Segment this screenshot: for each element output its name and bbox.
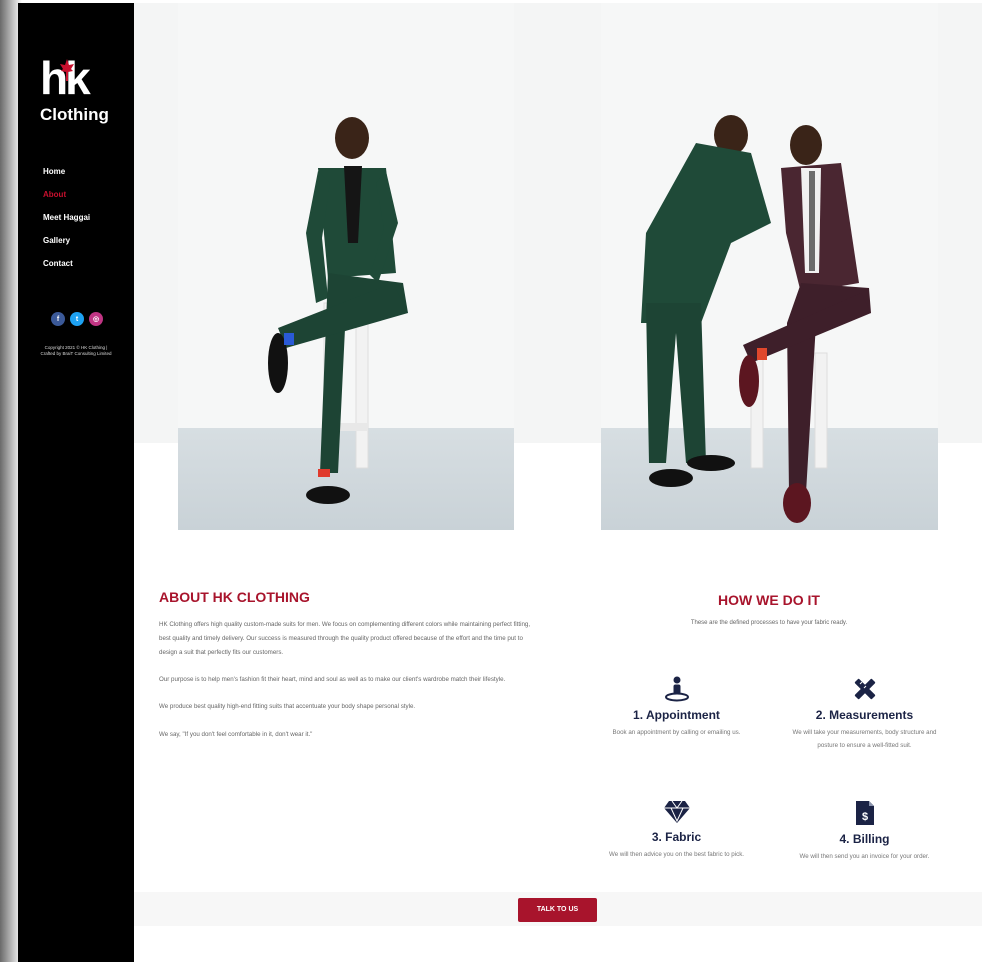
green-suit-figure [268, 117, 408, 504]
step-description: We will take your measurements, body str… [792, 729, 937, 750]
copyright-line-2[interactable]: Crafted by BraiT Consulting Limited [22, 351, 130, 357]
hero-photo-two-men [601, 3, 938, 530]
about-paragraph: HK Clothing offers high quality custom-m… [159, 621, 531, 656]
maple-leaf-icon [60, 59, 74, 81]
step-title: 2. Measurements [815, 708, 914, 722]
invoice-icon: $ [855, 801, 874, 825]
brand-logo[interactable]: hk Clothing [40, 55, 114, 127]
about-paragraph: We say, "If you don't feel comfortable i… [159, 730, 313, 738]
how-title: HOW WE DO IT [718, 592, 820, 608]
step-measurements: 2. Measurements We will take your measur… [777, 676, 952, 753]
step-title: 3. Fabric [651, 830, 702, 844]
step-billing: $ 4. Billing We will then send you an in… [777, 800, 952, 863]
nav-item-meet-haggai[interactable]: Meet Haggai [43, 212, 90, 235]
step-appointment: 1. Appointment Book an appointment by ca… [589, 676, 764, 739]
talk-to-us-button[interactable]: TALK TO US [518, 898, 597, 922]
diamond-icon [663, 800, 690, 823]
nav-item-contact[interactable]: Contact [43, 258, 90, 281]
step-fabric: 3. Fabric We will then advice you on the… [589, 800, 764, 861]
about-paragraph: We produce best quality high-end fitting… [159, 703, 416, 711]
about-title: ABOUT HK CLOTHING [159, 589, 310, 605]
instagram-icon[interactable]: ◎ [89, 312, 103, 326]
nav-item-about[interactable]: About [43, 189, 90, 212]
twitter-icon[interactable]: t [70, 312, 84, 326]
about-paragraph: Our purpose is to help men's fashion fit… [159, 675, 506, 683]
step-title: 4. Billing [839, 832, 890, 846]
nav-item-home[interactable]: Home [43, 166, 90, 189]
copyright-text: Copyright 2021 © HK Clothing | Crafted b… [22, 345, 130, 357]
step-title: 1. Appointment [633, 708, 720, 722]
main-content: ABOUT HK CLOTHING HK Clothing offers hig… [134, 3, 982, 962]
appointment-person-icon [664, 676, 689, 702]
facebook-icon[interactable]: f [51, 312, 65, 326]
hero-photo-green-suit [178, 3, 514, 530]
about-body: HK Clothing offers high quality custom-m… [159, 618, 534, 755]
sidebar: hk Clothing Home About Meet Haggai Galle… [18, 3, 134, 962]
svg-text:$: $ [861, 811, 867, 823]
main-nav: Home About Meet Haggai Gallery Contact [43, 166, 90, 281]
step-description: We will then send you an invoice for you… [799, 853, 930, 860]
step-description: We will then advice you on the best fabr… [608, 851, 745, 858]
logo-word: Clothing [40, 105, 109, 124]
measuring-tools-icon [854, 678, 875, 700]
two-men-figure [641, 115, 871, 523]
step-description: Book an appointment by calling or emaili… [612, 729, 741, 736]
social-links: f t ◎ [51, 312, 103, 326]
nav-item-gallery[interactable]: Gallery [43, 235, 90, 258]
how-subtitle: These are the defined processes to have … [690, 620, 848, 626]
